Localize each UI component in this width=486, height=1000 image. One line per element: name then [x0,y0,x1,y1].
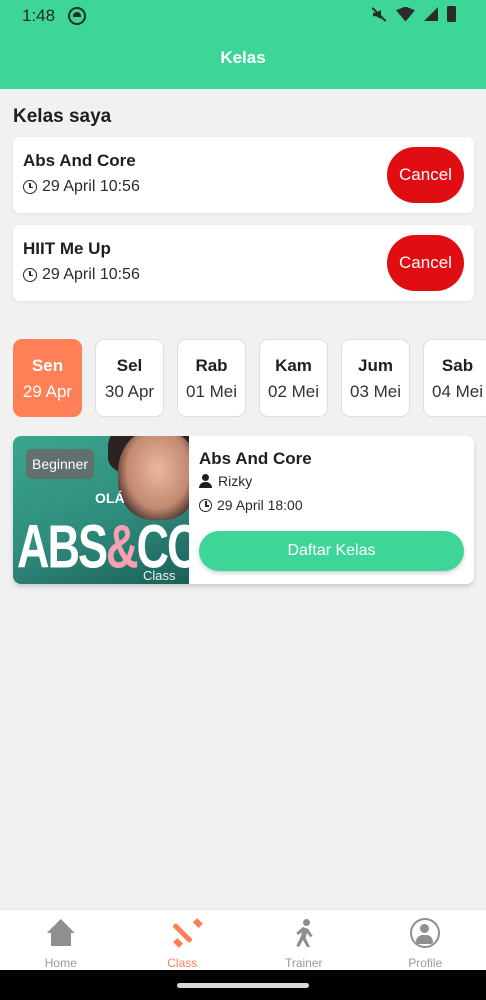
day-tab-sab[interactable]: Sab 04 Mei [423,339,486,417]
clock-icon [23,180,37,194]
day-tab-kam[interactable]: Kam 02 Mei [259,339,328,417]
clock-icon [23,268,37,282]
day-name: Jum [358,356,393,375]
nav-home[interactable]: Home [0,910,122,970]
day-date: 02 Mei [267,382,320,401]
class-name: Abs And Core [199,449,312,468]
nav-label: Profile [408,956,443,970]
home-icon [46,918,76,948]
class-datetime: 29 April 18:00 [217,497,303,513]
day-tab-jum[interactable]: Jum 03 Mei [341,339,410,417]
home-gesture-handle[interactable] [177,983,309,988]
system-navigation-bar [0,970,486,1000]
trainer-name: Rizky [218,473,253,489]
thumbnail-subtitle: Class [143,568,176,583]
day-date: 29 Apr [22,382,73,401]
my-class-name: Abs And Core [23,151,136,170]
my-class-datetime: 29 April 10:56 [42,266,140,283]
status-icons [371,6,456,22]
class-time: 29 April 18:00 [199,497,303,513]
day-date: 30 Apr [104,382,155,401]
class-trainer: Rizky [199,473,252,489]
page-title: Kelas [220,48,266,67]
nav-label: Trainer [284,956,323,970]
running-icon [289,918,319,948]
day-tab-sen[interactable]: Sen 29 Apr [13,339,82,417]
nav-label: Home [44,956,77,970]
day-name: Sab [441,356,474,375]
cancel-button[interactable]: Cancel [387,235,464,291]
day-date: 03 Mei [349,382,402,401]
signal-icon [424,7,438,21]
nav-class[interactable]: Class [122,910,244,970]
nav-trainer[interactable]: Trainer [243,910,365,970]
thumbnail-word1: ABS [17,512,108,581]
register-class-button[interactable]: Daftar Kelas [199,531,464,571]
my-class-datetime: 29 April 10:56 [42,178,140,195]
day-name: Kam [275,356,312,375]
my-class-time: 29 April 10:56 [23,178,140,196]
thumbnail-person [118,436,189,520]
cancel-button[interactable]: Cancel [387,147,464,203]
profile-icon [410,918,441,948]
day-date: 01 Mei [185,382,238,401]
day-selector: Sen 29 Apr Sel 30 Apr Rab 01 Mei Kam 02 … [13,339,486,417]
nav-label: Class [167,956,198,970]
person-icon [199,474,212,488]
my-class-name: HIIT Me Up [23,239,111,258]
status-time: 1:48 [22,6,56,25]
thumbnail-amp: & [106,512,138,581]
level-badge: Beginner [26,449,95,479]
dumbbell-icon [167,918,197,948]
status-bar: 1:48 [0,0,486,32]
my-classes-title: Kelas saya [13,106,112,127]
day-name: Sen [31,356,64,375]
nav-profile[interactable]: Profile [365,910,486,970]
my-class-time: 29 April 10:56 [23,266,140,284]
day-tab-sel[interactable]: Sel 30 Apr [95,339,164,417]
my-class-item: HIIT Me Up 29 April 10:56 Cancel [13,225,474,301]
battery-icon [447,6,456,22]
day-date: 04 Mei [431,382,484,401]
bottom-navigation: Home Class Trainer Profile [0,909,486,970]
class-thumbnail: OLÁ ABS&CORE Class Beginner [13,436,189,584]
thumbnail-brand: OLÁ [95,490,125,506]
app-bar: 1:48 Kelas [0,0,486,89]
day-name: Sel [116,356,143,375]
day-tab-rab[interactable]: Rab 01 Mei [177,339,246,417]
app-notification-icon [68,7,86,25]
mute-icon [371,6,387,22]
class-card[interactable]: OLÁ ABS&CORE Class Beginner Abs And Core… [13,436,474,584]
day-name: Rab [195,356,228,375]
wifi-icon [396,6,415,22]
my-class-item: Abs And Core 29 April 10:56 Cancel [13,137,474,213]
clock-icon [199,498,212,512]
